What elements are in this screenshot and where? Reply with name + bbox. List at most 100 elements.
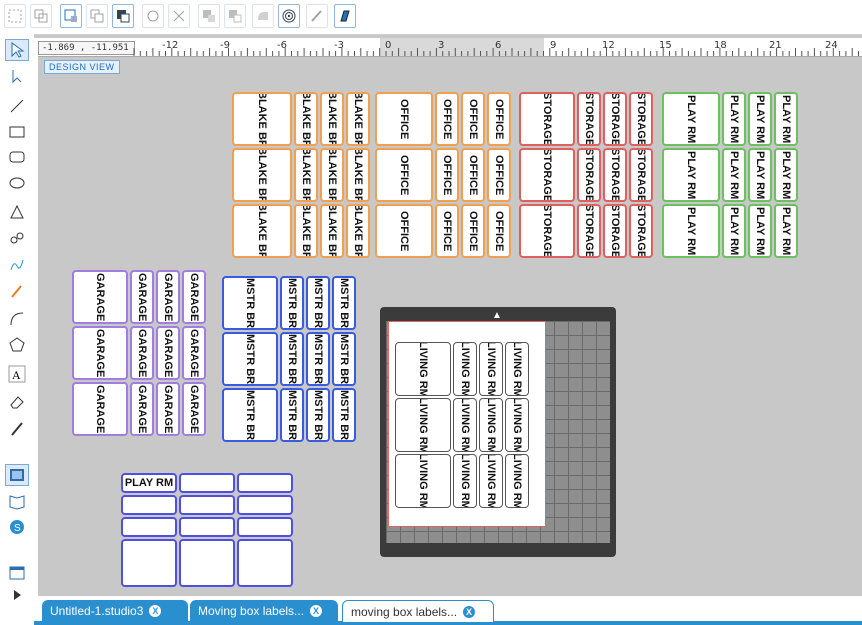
close-icon[interactable]: X — [310, 605, 323, 617]
label-storage[interactable]: STORAGE — [519, 92, 575, 146]
label-garage[interactable]: GARAGE — [156, 270, 180, 324]
label-playrm[interactable]: PLAY RM — [774, 92, 798, 146]
label-garage[interactable]: GARAGE — [182, 270, 206, 324]
label-storage[interactable]: STORAGE — [603, 92, 627, 146]
close-icon[interactable]: X — [463, 605, 476, 618]
label-group-playrm-horizontal[interactable]: PLAY RM — [121, 473, 293, 587]
rectangle-icon[interactable] — [5, 121, 29, 143]
library-icon[interactable] — [5, 490, 29, 512]
label-blake[interactable]: BLAKE BR — [346, 204, 370, 258]
label-mstr[interactable]: MSTR BR — [332, 276, 356, 330]
label-mstr[interactable]: MSTR BR — [280, 332, 304, 386]
eraser-icon[interactable] — [5, 391, 29, 413]
label-blank[interactable] — [237, 517, 293, 537]
tab-moving-box-labels-2[interactable]: moving box labels... X — [342, 600, 494, 622]
label-playrm[interactable]: PLAY RM — [662, 204, 720, 258]
label-blank[interactable] — [121, 495, 177, 515]
trace-icon[interactable] — [306, 4, 328, 28]
cutting-mat[interactable]: ▲ LIVING RM LIVING RM LIVING RM LIVING R… — [380, 307, 616, 557]
group-icon[interactable] — [4, 4, 26, 28]
label-blake[interactable]: BLAKE BR — [294, 92, 318, 146]
polygon-icon[interactable] — [5, 201, 29, 223]
label-playrm[interactable]: PLAY RM — [662, 92, 720, 146]
mat-paper[interactable]: LIVING RM LIVING RM LIVING RM LIVING RM … — [388, 321, 546, 527]
tab-untitled[interactable]: Untitled-1.studio3 X — [42, 600, 188, 622]
label-storage[interactable]: STORAGE — [577, 92, 601, 146]
label-living[interactable]: LIVING RM — [395, 342, 451, 396]
edit-points-icon[interactable] — [5, 65, 29, 87]
target-icon[interactable] — [278, 4, 300, 28]
label-garage[interactable]: GARAGE — [72, 382, 128, 436]
close-icon[interactable]: X — [149, 605, 162, 617]
label-storage[interactable]: STORAGE — [519, 204, 575, 258]
offset-icon[interactable] — [252, 4, 274, 28]
arrange-icon[interactable] — [112, 4, 134, 28]
label-garage[interactable]: GARAGE — [72, 326, 128, 380]
delete-icon[interactable] — [168, 4, 190, 28]
label-office[interactable]: OFFICE — [487, 92, 511, 146]
label-mstr[interactable]: MSTR BR — [280, 388, 304, 442]
label-playrm[interactable]: PLAY RM — [748, 92, 772, 146]
label-storage[interactable]: STORAGE — [603, 204, 627, 258]
label-living[interactable]: LIVING RM — [453, 342, 477, 396]
label-playrm-h[interactable]: PLAY RM — [121, 473, 177, 493]
label-blake[interactable]: BLAKE BR — [232, 92, 292, 146]
label-office[interactable]: OFFICE — [461, 148, 485, 202]
label-garage[interactable]: GARAGE — [130, 270, 154, 324]
rounded-rect-icon[interactable] — [5, 146, 29, 168]
label-office[interactable]: OFFICE — [375, 204, 433, 258]
label-blake[interactable]: BLAKE BR — [294, 148, 318, 202]
label-garage[interactable]: GARAGE — [156, 326, 180, 380]
expand-icon[interactable] — [5, 584, 29, 606]
label-garage[interactable]: GARAGE — [72, 270, 128, 324]
label-blake[interactable]: BLAKE BR — [346, 148, 370, 202]
label-group-office[interactable]: OFFICE OFFICE OFFICE OFFICE OFFICE OFFIC… — [375, 92, 511, 258]
label-office[interactable]: OFFICE — [435, 92, 459, 146]
label-living[interactable]: LIVING RM — [479, 342, 503, 396]
label-blank[interactable] — [179, 495, 235, 515]
label-living[interactable]: LIVING RM — [479, 454, 503, 508]
ungroup-icon[interactable] — [30, 4, 52, 28]
design-icon[interactable] — [5, 464, 29, 486]
label-playrm[interactable]: PLAY RM — [722, 92, 746, 146]
label-blake[interactable]: BLAKE BR — [320, 92, 344, 146]
label-group-playrm[interactable]: PLAY RM PLAY RM PLAY RM PLAY RM PLAY RM … — [662, 92, 798, 258]
text-icon[interactable]: A — [5, 363, 29, 385]
label-playrm[interactable]: PLAY RM — [662, 148, 720, 202]
label-playrm[interactable]: PLAY RM — [722, 148, 746, 202]
label-storage[interactable]: STORAGE — [629, 204, 653, 258]
label-garage[interactable]: GARAGE — [182, 382, 206, 436]
select-all-icon[interactable] — [60, 4, 82, 28]
label-living[interactable]: LIVING RM — [395, 398, 451, 452]
label-living[interactable]: LIVING RM — [505, 342, 529, 396]
label-garage[interactable]: GARAGE — [130, 382, 154, 436]
label-office[interactable]: OFFICE — [461, 204, 485, 258]
label-living[interactable]: LIVING RM — [505, 398, 529, 452]
label-playrm[interactable]: PLAY RM — [774, 204, 798, 258]
label-blake[interactable]: BLAKE BR — [320, 148, 344, 202]
label-mstr[interactable]: MSTR BR — [306, 276, 330, 330]
label-living[interactable]: LIVING RM — [505, 454, 529, 508]
label-playrm[interactable]: PLAY RM — [748, 204, 772, 258]
label-blank[interactable] — [179, 517, 235, 537]
subtract-icon[interactable] — [224, 4, 246, 28]
regular-polygon-icon[interactable] — [5, 334, 29, 356]
label-group-blake[interactable]: BLAKE BR BLAKE BR BLAKE BR BLAKE BR BLAK… — [232, 92, 370, 258]
arc-icon[interactable] — [5, 308, 29, 330]
label-group-living[interactable]: LIVING RM LIVING RM LIVING RM LIVING RM … — [395, 342, 529, 508]
weld-icon[interactable] — [198, 4, 220, 28]
label-blank[interactable] — [237, 495, 293, 515]
label-storage[interactable]: STORAGE — [603, 148, 627, 202]
label-blank[interactable] — [121, 517, 177, 537]
label-group-storage[interactable]: STORAGE STORAGE STORAGE STORAGE STORAGE … — [519, 92, 653, 258]
label-blank[interactable] — [237, 473, 293, 493]
label-living[interactable]: LIVING RM — [479, 398, 503, 452]
label-blake[interactable]: BLAKE BR — [232, 148, 292, 202]
horizontal-ruler[interactable]: -1.869 , -11.951 -12 -9 -6 -3 0 3 6 9 12… — [34, 38, 862, 57]
label-blake[interactable]: BLAKE BR — [320, 204, 344, 258]
label-blank[interactable] — [179, 539, 235, 587]
label-storage[interactable]: STORAGE — [629, 148, 653, 202]
freehand-icon[interactable] — [5, 254, 29, 276]
label-blake[interactable]: BLAKE BR — [346, 92, 370, 146]
label-office[interactable]: OFFICE — [375, 148, 433, 202]
